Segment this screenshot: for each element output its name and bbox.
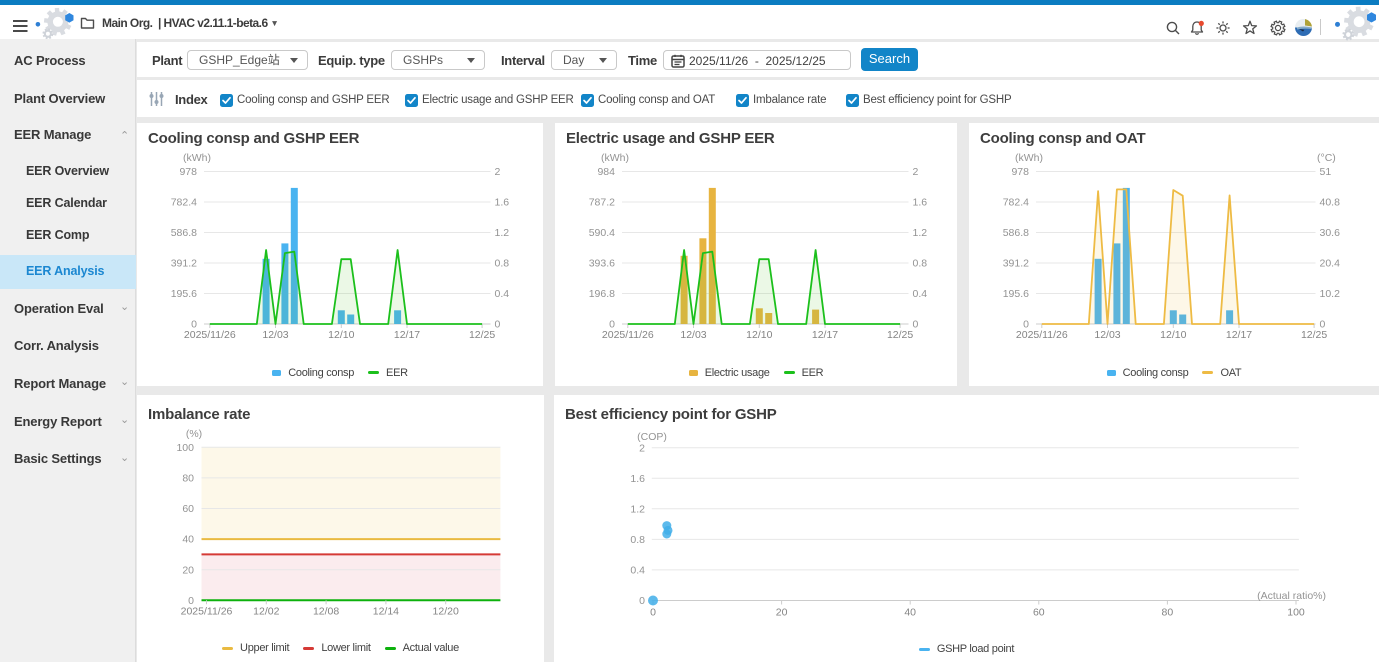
svg-text:12/25: 12/25 [1301,329,1327,341]
svg-text:12/10: 12/10 [328,329,354,341]
svg-text:782.4: 782.4 [171,197,197,209]
svg-text:(°C): (°C) [1317,152,1336,164]
svg-text:40: 40 [904,607,916,619]
svg-text:1.6: 1.6 [913,197,928,209]
svg-text:1.2: 1.2 [630,503,645,515]
svg-text:12/17: 12/17 [394,329,420,341]
svg-text:586.8: 586.8 [1003,227,1029,239]
svg-text:100: 100 [176,442,194,454]
svg-text:(kWh): (kWh) [1015,152,1043,164]
svg-text:12/14: 12/14 [373,605,399,617]
svg-text:12/10: 12/10 [746,329,772,341]
svg-text:(COP): (COP) [637,431,667,443]
svg-text:100: 100 [1287,607,1305,619]
svg-text:20: 20 [776,607,788,619]
svg-text:20.4: 20.4 [1320,258,1341,270]
svg-text:978: 978 [179,166,197,178]
svg-text:12/03: 12/03 [680,329,706,341]
svg-text:51: 51 [1320,166,1332,178]
svg-text:80: 80 [182,473,194,485]
svg-text:2: 2 [639,442,645,454]
svg-text:391.2: 391.2 [1003,258,1029,270]
svg-text:20: 20 [182,564,194,576]
svg-text:2025/11/26: 2025/11/26 [184,329,236,341]
svg-text:195.6: 195.6 [171,288,197,300]
svg-text:0: 0 [639,595,645,607]
svg-text:787.2: 787.2 [589,197,615,209]
svg-text:30.6: 30.6 [1320,227,1341,239]
svg-text:(Actual ratio%): (Actual ratio%) [1257,590,1326,602]
svg-text:12/02: 12/02 [253,605,279,617]
svg-text:196.8: 196.8 [589,288,615,300]
svg-text:0.8: 0.8 [913,258,928,270]
svg-text:40.8: 40.8 [1320,197,1341,209]
svg-text:0: 0 [495,319,501,331]
svg-text:0.8: 0.8 [495,258,510,270]
svg-text:60: 60 [182,503,194,515]
svg-text:12/17: 12/17 [1226,329,1252,341]
svg-text:60: 60 [1033,607,1045,619]
svg-text:391.2: 391.2 [171,258,197,270]
svg-text:2: 2 [495,166,501,178]
svg-text:0.8: 0.8 [630,534,645,546]
svg-text:978: 978 [1011,166,1029,178]
svg-text:195.6: 195.6 [1003,288,1029,300]
svg-text:0.4: 0.4 [630,565,645,577]
svg-text:12/08: 12/08 [313,605,339,617]
svg-text:0.4: 0.4 [913,288,928,300]
svg-text:40: 40 [182,534,194,546]
svg-text:2: 2 [913,166,919,178]
svg-text:12/17: 12/17 [812,329,838,341]
svg-text:586.8: 586.8 [171,227,197,239]
svg-text:1.2: 1.2 [495,227,510,239]
svg-text:12/03: 12/03 [262,329,288,341]
svg-text:0: 0 [650,607,656,619]
svg-text:393.6: 393.6 [589,258,615,270]
svg-text:590.4: 590.4 [589,227,615,239]
svg-text:12/20: 12/20 [433,605,459,617]
svg-text:782.4: 782.4 [1003,197,1029,209]
svg-text:2025/11/26: 2025/11/26 [1016,329,1068,341]
svg-text:0.4: 0.4 [495,288,510,300]
svg-text:2025/11/26: 2025/11/26 [602,329,654,341]
svg-text:(kWh): (kWh) [183,152,211,164]
svg-text:10.2: 10.2 [1320,288,1341,300]
svg-text:1.2: 1.2 [913,227,928,239]
svg-text:12/25: 12/25 [469,329,495,341]
svg-text:12/03: 12/03 [1094,329,1120,341]
svg-text:0: 0 [913,319,919,331]
svg-text:12/25: 12/25 [887,329,913,341]
svg-text:1.6: 1.6 [630,473,645,485]
svg-text:2025/11/26: 2025/11/26 [181,605,233,617]
svg-text:984: 984 [597,166,615,178]
svg-text:(kWh): (kWh) [601,152,629,164]
svg-text:80: 80 [1162,607,1174,619]
svg-text:12/10: 12/10 [1160,329,1186,341]
svg-text:1.6: 1.6 [495,197,510,209]
svg-text:(%): (%) [186,428,202,440]
